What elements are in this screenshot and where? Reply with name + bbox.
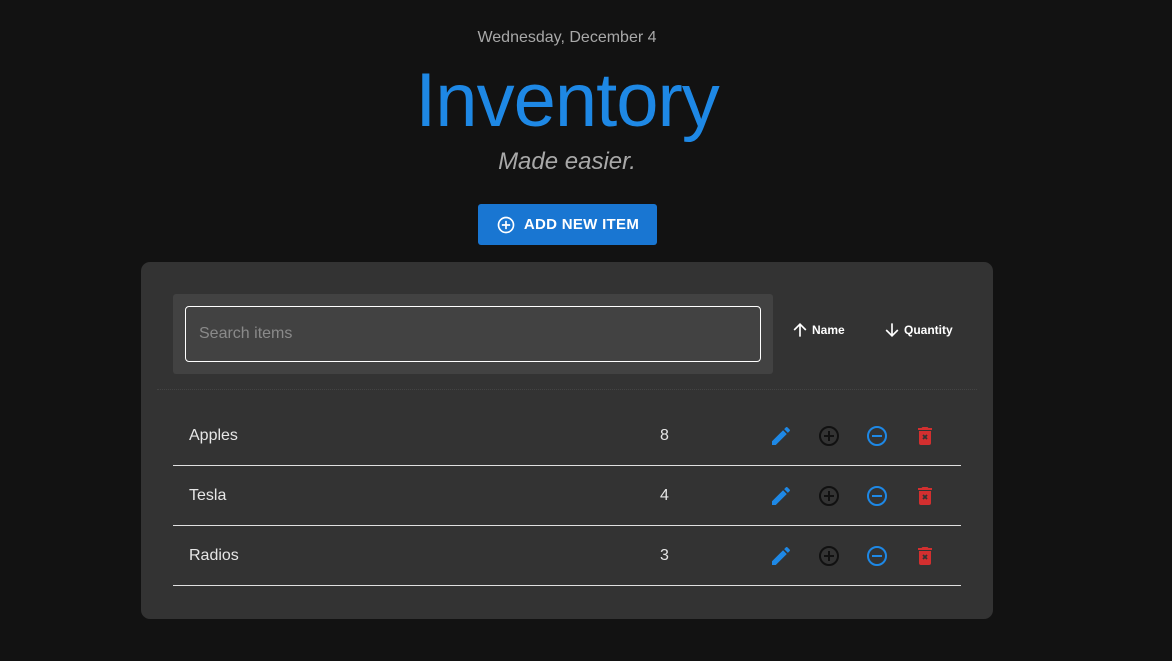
current-date: Wednesday, December 4 — [477, 29, 657, 46]
sort-by-quantity-button[interactable]: Quantity — [882, 320, 953, 340]
edit-icon[interactable] — [769, 424, 793, 448]
remove-circle-outline-icon[interactable] — [865, 544, 889, 568]
add-new-item-label: ADD NEW ITEM — [523, 216, 640, 233]
search-container — [173, 294, 773, 374]
arrow-down-icon — [882, 320, 902, 340]
item-quantity: 3 — [660, 547, 669, 564]
add-circle-icon — [496, 215, 516, 235]
delete-forever-icon[interactable] — [913, 424, 937, 448]
remove-circle-outline-icon[interactable] — [865, 424, 889, 448]
list-item: Radios 3 — [173, 526, 961, 586]
item-name: Radios — [189, 547, 239, 564]
edit-icon[interactable] — [769, 484, 793, 508]
sort-name-label: Name — [812, 323, 845, 337]
search-input[interactable] — [185, 306, 761, 362]
inventory-list: Apples 8 Tesla 4 Radios 3 — [173, 406, 961, 586]
item-name: Apples — [189, 427, 238, 444]
sort-quantity-label: Quantity — [904, 323, 953, 337]
item-quantity: 4 — [660, 487, 669, 504]
edit-icon[interactable] — [769, 544, 793, 568]
delete-forever-icon[interactable] — [913, 484, 937, 508]
add-circle-outline-icon[interactable] — [817, 424, 841, 448]
add-circle-outline-icon[interactable] — [817, 484, 841, 508]
add-circle-outline-icon[interactable] — [817, 544, 841, 568]
list-item: Tesla 4 — [173, 466, 961, 526]
sort-by-name-button[interactable]: Name — [790, 320, 845, 340]
remove-circle-outline-icon[interactable] — [865, 484, 889, 508]
item-quantity: 8 — [660, 427, 669, 444]
page-title: Inventory — [415, 58, 720, 143]
add-new-item-button[interactable]: ADD NEW ITEM — [478, 204, 657, 245]
delete-forever-icon[interactable] — [913, 544, 937, 568]
page-subtitle: Made easier. — [498, 148, 636, 175]
list-item: Apples 8 — [173, 406, 961, 466]
divider — [157, 389, 977, 390]
item-name: Tesla — [189, 487, 227, 504]
inventory-panel: Name Quantity Apples 8 Tesla 4 — [141, 262, 993, 619]
arrow-up-icon — [790, 320, 810, 340]
